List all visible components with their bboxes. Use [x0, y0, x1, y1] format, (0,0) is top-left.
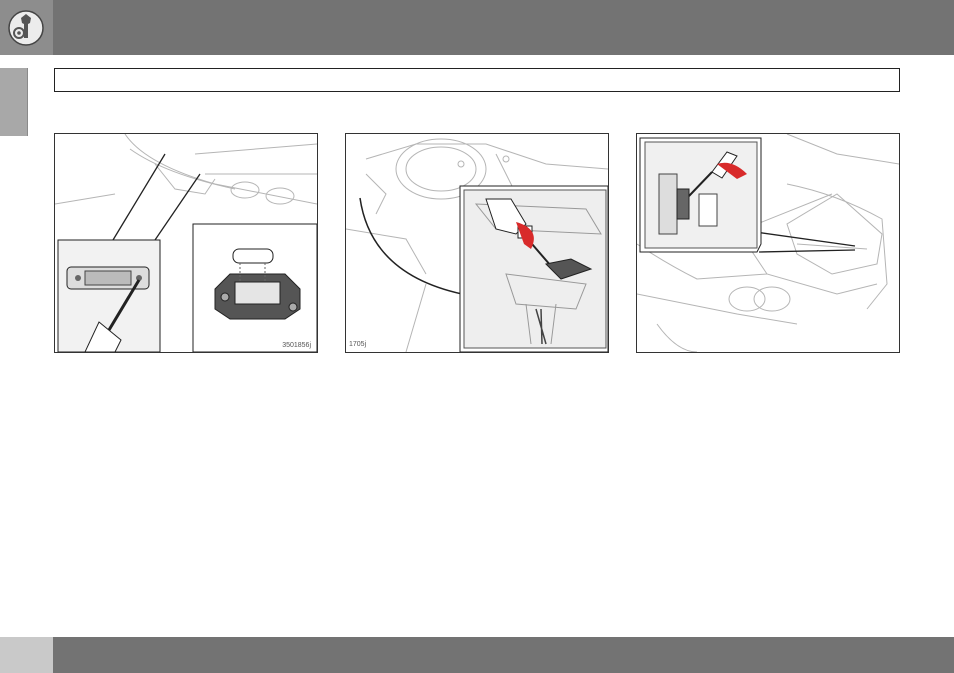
- interior-lamp-illustration: [346, 138, 608, 352]
- luggage-lamp-illustration: [637, 134, 899, 352]
- figure-interior-lamp: 1705j: [345, 133, 609, 353]
- figure-luggage-lamp: [636, 133, 900, 353]
- chapter-side-tab[interactable]: [0, 68, 28, 136]
- license-plate-lamp-illustration: [55, 134, 317, 352]
- figure-code: 1705j: [349, 341, 367, 348]
- header-bar: [0, 0, 954, 55]
- footer-bar: [0, 637, 954, 673]
- header-icon-box: [0, 0, 53, 55]
- figure-license-plate-lamp: 3501856j: [54, 133, 318, 353]
- footer-page-box: [0, 637, 53, 673]
- section-title-box: [54, 68, 900, 92]
- figure-code: 3501856j: [282, 342, 311, 349]
- wrench-gear-icon: [8, 10, 44, 46]
